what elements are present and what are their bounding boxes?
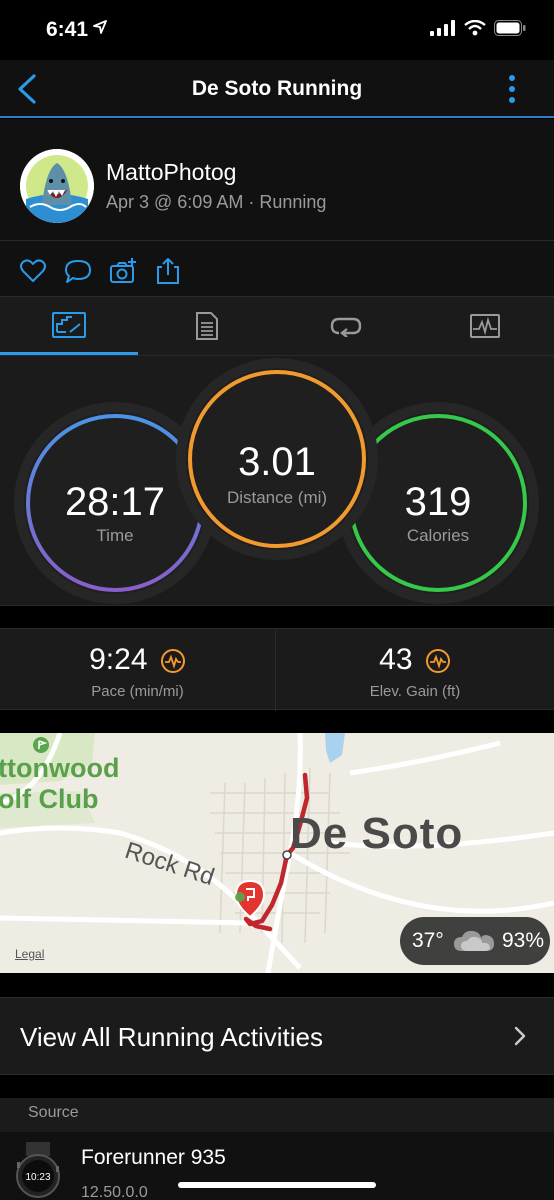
tab-details[interactable] — [138, 297, 276, 355]
time-label: Time — [96, 526, 134, 545]
chevron-right-icon — [514, 1026, 526, 1046]
distance-value: 3.01 — [238, 440, 316, 484]
summary-section: 28:17 Time 319 Calories 3.01 Distance (m… — [0, 356, 554, 606]
golf-club-label: ttonwood olf Club — [0, 753, 119, 815]
tab-summary[interactable] — [0, 297, 138, 355]
tab-laps[interactable] — [277, 297, 415, 355]
details-tab-icon — [196, 312, 218, 340]
status-bar: 6:41 — [0, 0, 554, 60]
weather-temp: 37° — [412, 929, 444, 952]
user-name[interactable]: MattoPhotog — [106, 159, 236, 186]
elevation-label: Elev. Gain (ft) — [369, 683, 461, 700]
summary-tab-icon — [52, 311, 86, 338]
time-ring: 28:17 Time — [24, 412, 206, 594]
activity-date: Apr 3 @ 6:09 AM · Running — [106, 192, 327, 212]
route-map[interactable]: ttonwood olf Club Rock Rd De Soto Legal … — [0, 733, 554, 973]
activity-tabs — [0, 296, 554, 356]
more-vertical-icon[interactable] — [508, 74, 516, 104]
pace-stat[interactable]: 9:24 Pace (min/mi) — [0, 629, 276, 711]
pace-label: Pace (min/mi) — [91, 683, 184, 700]
device-name: Forerunner 935 — [81, 1146, 226, 1169]
time-value: 28:17 — [64, 480, 166, 524]
cloud-icon — [454, 930, 494, 951]
stats-row: 9:24 Pace (min/mi) 43 Elev. Gain (ft) — [0, 628, 554, 711]
add-photo-icon[interactable] — [109, 257, 137, 285]
legal-link[interactable]: Legal — [15, 947, 44, 961]
signal-icon — [430, 20, 455, 36]
nav-bar: De Soto Running — [0, 60, 554, 118]
watch-icon: 10:23 — [16, 1142, 60, 1198]
page-title: De Soto Running — [191, 77, 363, 100]
place-label: De Soto — [290, 809, 464, 858]
golf-club-label-line1: ttonwood — [0, 753, 120, 783]
elevation-value: 43 — [277, 643, 553, 677]
share-icon[interactable] — [154, 257, 182, 285]
heart-icon[interactable] — [19, 257, 47, 285]
distance-ring: 3.01 Distance (mi) — [186, 368, 368, 550]
comment-icon[interactable] — [64, 257, 92, 285]
action-bar — [0, 240, 554, 296]
weather-badge: 37° 93% — [400, 917, 550, 965]
elevation-value-text: 43 — [379, 643, 413, 676]
weather-humidity: 93% — [502, 929, 545, 952]
elevation-pulse-icon — [425, 649, 450, 674]
tab-charts[interactable] — [416, 297, 554, 355]
device-version: 12.50.0.0 — [81, 1184, 148, 1200]
calories-ring: 319 Calories — [347, 412, 529, 594]
charts-tab-icon — [470, 314, 500, 338]
elevation-stat[interactable]: 43 Elev. Gain (ft) — [277, 629, 553, 711]
home-indicator — [178, 1182, 376, 1188]
pace-pulse-icon — [160, 649, 185, 674]
pace-value: 9:24 — [0, 643, 275, 677]
battery-icon — [494, 20, 526, 36]
watch-face-time: 10:23 — [25, 1172, 50, 1183]
source-header-label: Source — [28, 1104, 79, 1121]
view-all-label: View All Running Activities — [20, 1022, 324, 1052]
status-icons — [430, 20, 526, 36]
activity-header: MattoPhotog Apr 3 @ 6:09 AM · Running — [0, 119, 554, 240]
status-time: 6:41 — [46, 18, 89, 41]
location-arrow-icon — [93, 20, 107, 34]
golf-course-icon — [33, 737, 49, 753]
avatar[interactable] — [20, 149, 94, 223]
calories-value: 319 — [404, 480, 472, 524]
wifi-icon — [464, 20, 486, 36]
pace-value-text: 9:24 — [89, 643, 148, 676]
shark-avatar-icon — [20, 149, 94, 223]
distance-label: Distance (mi) — [226, 488, 328, 507]
golf-club-label-line2: olf Club — [0, 784, 99, 814]
laps-tab-icon — [330, 317, 362, 337]
device-row[interactable]: 10:23 Forerunner 935 12.50.0.0 — [0, 1132, 554, 1200]
calories-label: Calories — [406, 526, 470, 545]
source-header: Source — [0, 1098, 554, 1132]
view-all-row[interactable]: View All Running Activities — [0, 997, 554, 1075]
